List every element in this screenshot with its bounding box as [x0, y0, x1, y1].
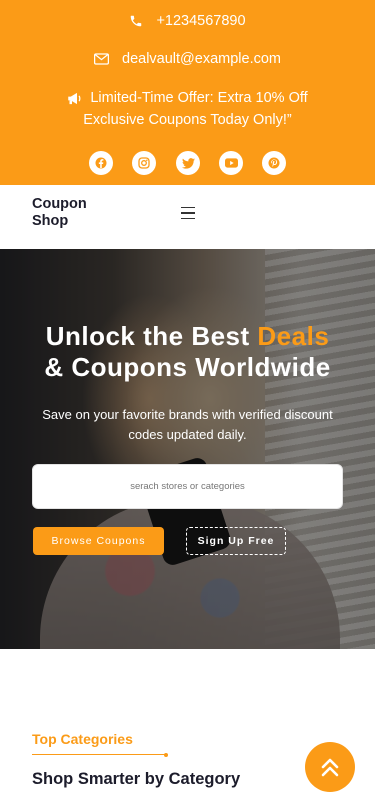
megaphone-icon [67, 92, 82, 105]
browse-coupons-button[interactable]: Browse Coupons [33, 527, 164, 555]
hero-title-part1: Unlock the Best [45, 321, 258, 351]
offer-text: Limited-Time Offer: Extra 10% Off Exclus… [83, 90, 308, 128]
sign-up-button[interactable]: Sign Up Free [186, 527, 286, 555]
categories-title: Shop Smarter by Category [32, 770, 241, 788]
twitter-icon[interactable] [176, 151, 200, 175]
top-bar: +1234567890 dealvault@example.com Limite… [0, 0, 375, 185]
facebook-icon[interactable] [89, 151, 113, 175]
hero-section: Unlock the Best Deals & Coupons Worldwid… [0, 249, 375, 649]
hero-title-part2: & Coupons Worldwide [44, 352, 331, 382]
hero-subtitle: Save on your favorite brands with verifi… [42, 407, 333, 442]
pinterest-icon[interactable] [262, 151, 286, 175]
hero-title-accent: Deals [257, 321, 330, 351]
instagram-icon[interactable] [132, 151, 156, 175]
offer-banner: Limited-Time Offer: Extra 10% Off Exclus… [0, 87, 375, 131]
envelope-icon [94, 53, 109, 65]
navbar: Coupon Shop [0, 185, 375, 249]
scroll-to-top-button[interactable] [305, 742, 355, 792]
youtube-icon[interactable] [219, 151, 243, 175]
phone-icon [129, 14, 143, 28]
email-address: dealvault@example.com [122, 51, 281, 67]
contact-phone[interactable]: +1234567890 [0, 10, 375, 32]
contact-email[interactable]: dealvault@example.com [0, 48, 375, 70]
categories-divider [32, 752, 168, 757]
social-links [0, 151, 375, 175]
search-input[interactable] [32, 464, 343, 509]
categories-eyebrow: Top Categories [32, 731, 133, 747]
brand-logo[interactable]: Coupon Shop [32, 196, 112, 230]
hero-overlay [0, 249, 375, 649]
phone-number: +1234567890 [156, 13, 246, 29]
double-chevron-up-icon [321, 758, 339, 777]
hero-title: Unlock the Best Deals & Coupons Worldwid… [0, 321, 375, 383]
hamburger-menu-icon[interactable] [178, 203, 198, 223]
